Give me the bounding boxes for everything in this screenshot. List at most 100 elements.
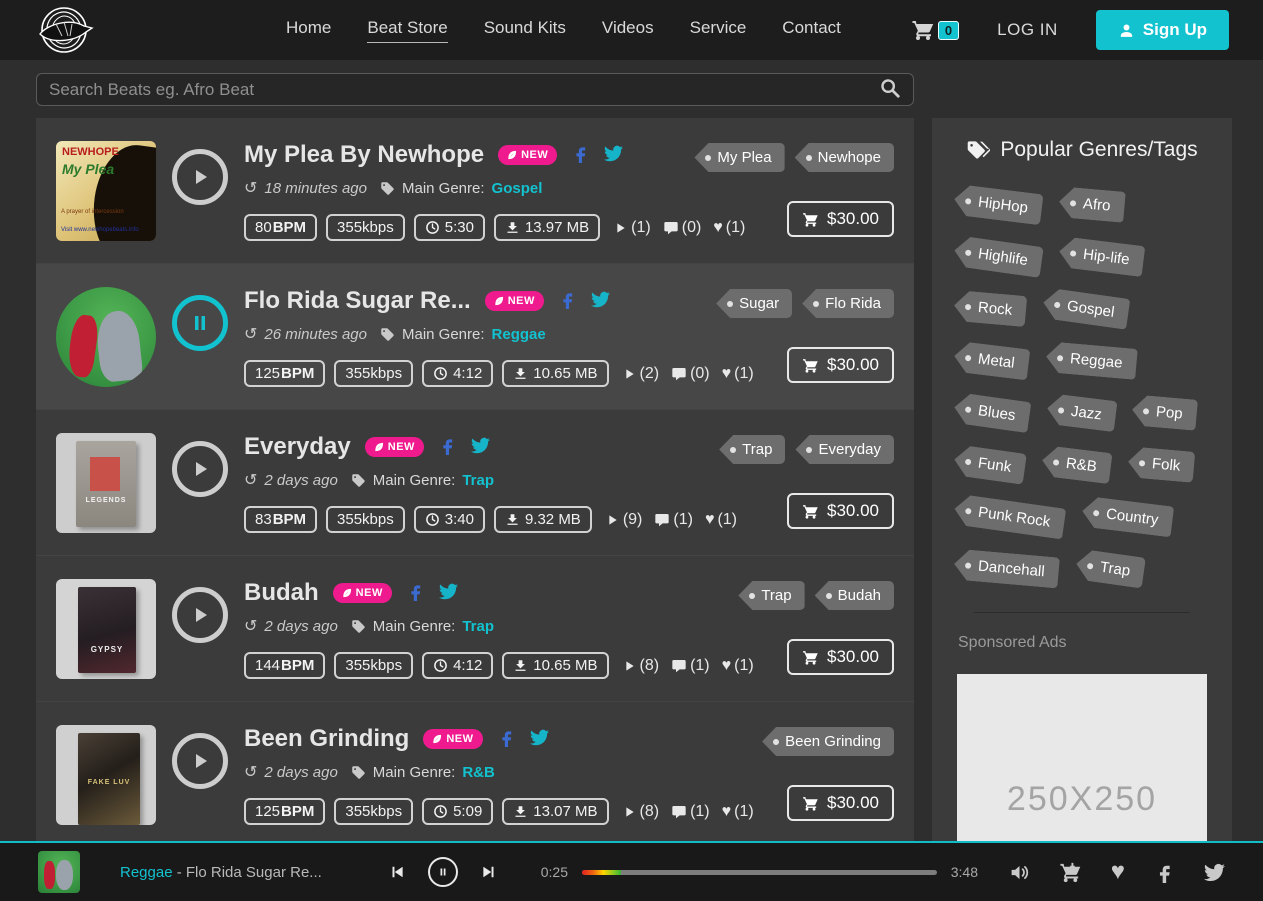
play-count-icon: [621, 366, 637, 382]
beat-tag[interactable]: Budah: [814, 581, 894, 610]
beat-thumbnail[interactable]: GYPSY: [56, 579, 156, 679]
player-add-to-cart-button[interactable]: [1059, 861, 1082, 884]
player-facebook-button[interactable]: [1154, 862, 1175, 883]
login-link[interactable]: LOG IN: [997, 20, 1058, 40]
play-icon: [188, 603, 212, 627]
beat-tag[interactable]: Sugar: [716, 289, 793, 318]
player-track-title: Flo Rida Sugar Re...: [185, 863, 322, 881]
genre-tag[interactable]: Country: [1080, 496, 1174, 538]
facebook-share-icon[interactable]: [406, 582, 425, 605]
facebook-share-icon[interactable]: [497, 728, 516, 751]
buy-button[interactable]: $30.00: [787, 493, 894, 529]
main-nav: Home Beat Store Sound Kits Videos Servic…: [286, 18, 841, 43]
player-pause-button[interactable]: [428, 857, 458, 887]
player-current-time: 0:25: [540, 864, 568, 880]
genre-tag[interactable]: Gospel: [1041, 287, 1130, 330]
beat-tag[interactable]: Newhope: [794, 143, 894, 172]
genre-link[interactable]: Trap: [462, 618, 494, 635]
previous-track-button[interactable]: [388, 863, 406, 881]
nav-home[interactable]: Home: [286, 18, 331, 43]
genre-link[interactable]: Reggae: [492, 326, 546, 343]
player-twitter-button[interactable]: [1204, 862, 1225, 883]
buy-button[interactable]: $30.00: [787, 347, 894, 383]
genre-tag[interactable]: Reggae: [1045, 341, 1138, 380]
buy-button[interactable]: $30.00: [787, 201, 894, 237]
facebook-icon: [1154, 862, 1175, 883]
volume-button[interactable]: [1009, 862, 1030, 883]
nav-service[interactable]: Service: [690, 18, 747, 43]
play-count: (8): [621, 657, 659, 675]
beat-title[interactable]: My Plea By Newhope: [244, 141, 484, 169]
genre-tag[interactable]: Trap: [1074, 548, 1146, 588]
genre-tag[interactable]: Dancehall: [953, 548, 1060, 588]
twitter-share-icon[interactable]: [530, 728, 549, 751]
nav-beat-store[interactable]: Beat Store: [367, 18, 448, 43]
nav-videos[interactable]: Videos: [602, 18, 654, 43]
history-icon: ↺: [244, 180, 258, 197]
genre-tag[interactable]: HipHop: [952, 184, 1043, 225]
tag-icon: [351, 473, 366, 488]
genre-link[interactable]: R&B: [462, 764, 495, 781]
facebook-share-icon[interactable]: [558, 290, 577, 313]
header-cart-button[interactable]: 0: [911, 18, 960, 42]
genre-tag[interactable]: Funk: [952, 444, 1027, 485]
play-button[interactable]: [172, 149, 228, 205]
tag-icon: [351, 619, 366, 634]
beat-thumbnail[interactable]: LEGENDS: [56, 433, 156, 533]
beat-tag[interactable]: My Plea: [694, 143, 785, 172]
player-like-button[interactable]: ♥: [1111, 858, 1125, 886]
genre-tag[interactable]: Metal: [952, 341, 1030, 381]
beat-thumbnail[interactable]: FAKE LUV: [56, 725, 156, 825]
facebook-share-icon[interactable]: [438, 436, 457, 459]
genre-tag[interactable]: Punk Rock: [952, 493, 1066, 539]
genre-tag[interactable]: Hip-life: [1057, 236, 1145, 277]
genre-tag[interactable]: Folk: [1127, 446, 1196, 483]
pause-button[interactable]: [172, 295, 228, 351]
beat-tag[interactable]: Flo Rida: [802, 289, 894, 318]
genre-tag[interactable]: Highlife: [952, 235, 1043, 278]
beat-tag[interactable]: Trap: [738, 581, 805, 610]
genre-tag[interactable]: Blues: [952, 392, 1031, 433]
duration-pill: 4:12: [422, 360, 494, 387]
play-button[interactable]: [172, 441, 228, 497]
genre-tag[interactable]: Jazz: [1045, 393, 1117, 432]
genre-link[interactable]: Gospel: [492, 180, 543, 197]
nav-sound-kits[interactable]: Sound Kits: [484, 18, 566, 43]
beat-tag[interactable]: Everyday: [795, 435, 894, 464]
player-progress-bar[interactable]: [582, 869, 937, 875]
play-button[interactable]: [172, 733, 228, 789]
genre-tag[interactable]: Pop: [1131, 394, 1198, 431]
facebook-share-icon[interactable]: [571, 144, 590, 167]
play-icon: [188, 165, 212, 189]
beat-title[interactable]: Been Grinding: [244, 725, 409, 753]
twitter-share-icon[interactable]: [471, 436, 490, 459]
beat-tag[interactable]: Trap: [719, 435, 786, 464]
beat-thumbnail[interactable]: [56, 287, 156, 387]
genre-link[interactable]: Trap: [462, 472, 494, 489]
play-button[interactable]: [172, 587, 228, 643]
genre-tag[interactable]: R&B: [1041, 445, 1113, 484]
signup-button[interactable]: Sign Up: [1095, 10, 1229, 50]
genre-tag[interactable]: Rock: [953, 290, 1028, 327]
twitter-share-icon[interactable]: [591, 290, 610, 313]
search-icon: [879, 77, 901, 99]
beat-thumbnail[interactable]: NEWHOPE My Plea A prayer of intercession…: [56, 141, 156, 241]
search-input[interactable]: [49, 79, 879, 100]
history-icon: ↺: [244, 764, 258, 781]
buy-button[interactable]: $30.00: [787, 639, 894, 675]
twitter-share-icon[interactable]: [604, 144, 623, 167]
site-logo[interactable]: [34, 4, 98, 56]
thumb-art-text: LEGENDS: [85, 497, 127, 504]
player-track-genre[interactable]: Reggae: [120, 864, 173, 881]
beat-title[interactable]: Flo Rida Sugar Re...: [244, 287, 471, 315]
tags-icon: [966, 138, 990, 162]
genre-tag[interactable]: Afro: [1058, 186, 1126, 223]
beat-title[interactable]: Budah: [244, 579, 319, 607]
nav-contact[interactable]: Contact: [782, 18, 841, 43]
beat-tag[interactable]: Been Grinding: [762, 727, 894, 756]
beat-title[interactable]: Everyday: [244, 433, 351, 461]
next-track-button[interactable]: [480, 863, 498, 881]
twitter-share-icon[interactable]: [439, 582, 458, 605]
search-button[interactable]: [879, 77, 901, 103]
buy-button[interactable]: $30.00: [787, 785, 894, 821]
